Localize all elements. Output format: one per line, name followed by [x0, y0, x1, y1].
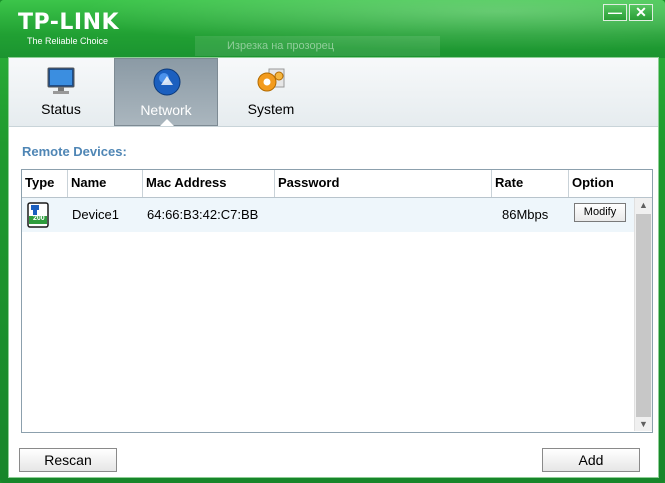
scrollbar-thumb[interactable] — [636, 214, 651, 417]
add-button[interactable]: Add — [542, 448, 640, 472]
tab-network-label: Network — [140, 102, 192, 118]
title-bar[interactable]: TP-LINK The Reliable Choice Изрезка на п… — [0, 0, 665, 58]
tab-system[interactable]: System — [219, 58, 323, 126]
modify-button[interactable]: Modify — [574, 203, 626, 222]
globe-icon — [153, 68, 181, 96]
column-header-option[interactable]: Option — [569, 170, 652, 197]
app-window: TP-LINK The Reliable Choice Изрезка на п… — [0, 0, 665, 483]
gear-icon — [257, 68, 285, 92]
monitor-icon — [47, 67, 75, 94]
mac-cell: 64:66:B3:42:C7:BB — [147, 207, 259, 222]
table-header: Type Name Mac Address Password Rate Opti… — [22, 170, 652, 198]
section-title: Remote Devices: — [22, 144, 127, 159]
tab-bar: Status Network System — [9, 58, 658, 127]
name-cell: Device1 — [72, 207, 119, 222]
table-row[interactable]: 200 Device1 64:66:B3:42:C7:BB 86Mbps Mod… — [22, 198, 634, 232]
scroll-down-icon[interactable]: ▼ — [635, 417, 652, 431]
tab-network[interactable]: Network — [114, 58, 218, 126]
type-badge: 200 — [33, 215, 45, 222]
column-header-rate[interactable]: Rate — [492, 170, 569, 197]
column-header-type[interactable]: Type — [22, 170, 68, 197]
tab-status-label: Status — [41, 101, 81, 117]
type-cell: 200 — [26, 198, 62, 232]
rate-cell: 86Mbps — [502, 207, 549, 222]
minimize-button[interactable]: — — [603, 4, 627, 21]
tab-system-label: System — [247, 101, 295, 117]
column-header-mac[interactable]: Mac Address — [143, 170, 275, 197]
column-header-password[interactable]: Password — [275, 170, 492, 197]
vertical-scrollbar[interactable]: ▲ ▼ — [634, 198, 652, 431]
rescan-button[interactable]: Rescan — [19, 448, 117, 472]
close-button[interactable]: ✕ — [629, 4, 653, 21]
tab-status[interactable]: Status — [9, 58, 113, 126]
app-tagline: The Reliable Choice — [27, 36, 109, 46]
main-panel: Status Network System Remote Devices: Ty… — [8, 57, 659, 478]
app-logo: TP-LINK — [18, 10, 120, 35]
column-header-name[interactable]: Name — [68, 170, 143, 197]
snip-overlay-label: Изрезка на прозорец — [195, 36, 440, 56]
devices-table: Type Name Mac Address Password Rate Opti… — [21, 169, 653, 433]
password-cell — [279, 198, 489, 232]
scroll-up-icon[interactable]: ▲ — [635, 198, 652, 212]
